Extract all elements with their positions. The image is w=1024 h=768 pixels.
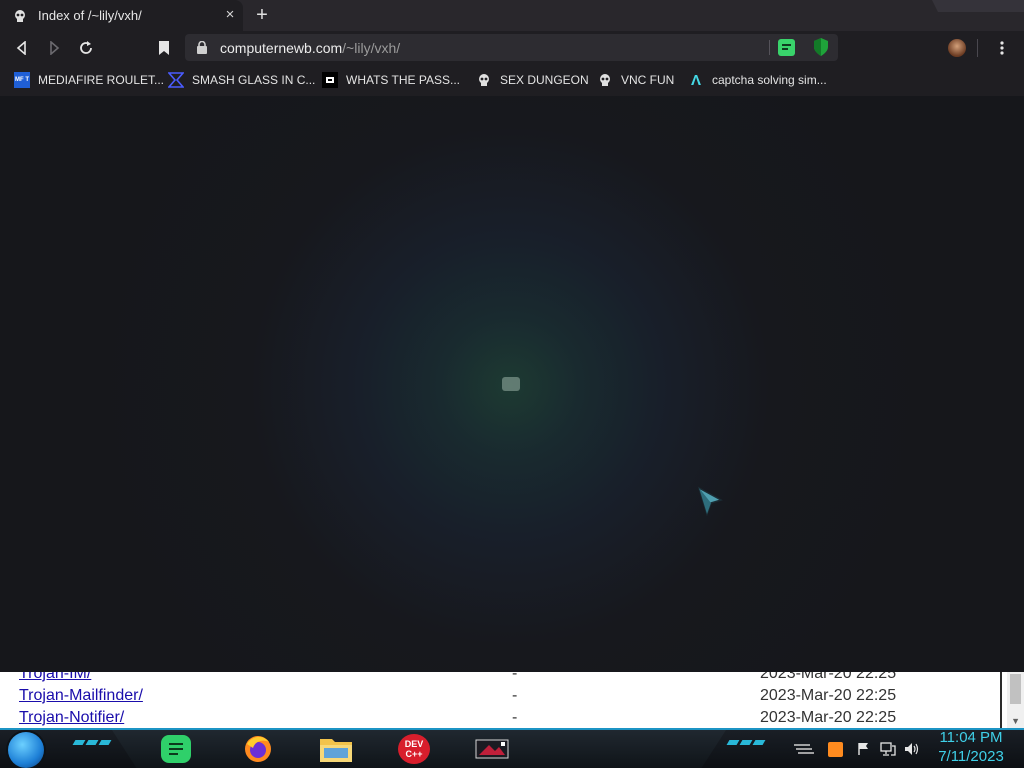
- arrow-icon: [168, 72, 184, 88]
- volume-icon: [905, 743, 919, 755]
- file-date: 2023-Mar-20 22:25: [760, 709, 897, 726]
- kebab-menu-icon: [1000, 41, 1004, 55]
- table-row: Trojan-IM/ - 2023-Mar-20 22:25: [0, 672, 1000, 687]
- file-date: 2023-Mar-20 22:25: [760, 687, 897, 704]
- window-controls-decoration: [932, 0, 1024, 12]
- address-bar[interactable]: computernewb.com/~lily/vxh/: [185, 34, 838, 61]
- file-link[interactable]: Trojan-Mailfinder/: [19, 687, 143, 705]
- tab-title: Index of /~lily/vxh/: [38, 8, 142, 23]
- tab-strip: Index of /~lily/vxh/ × +: [0, 0, 1024, 31]
- bookmark-icon: [159, 41, 169, 55]
- table-row: Trojan-Mailfinder/ - 2023-Mar-20 22:25: [0, 687, 1000, 709]
- mediafire-icon: MF T: [14, 72, 30, 88]
- folder-icon: [320, 739, 352, 762]
- url-path: /~lily/vxh/: [342, 40, 401, 56]
- tab-close-button[interactable]: ×: [221, 6, 239, 24]
- listing-table: Trojan-IM/ - 2023-Mar-20 22:25 Trojan-Ma…: [0, 672, 1002, 728]
- bookmark-item-sex-dungeon[interactable]: SEX DUNGEON: [476, 70, 589, 90]
- bookmark-label: WHATS THE PASS...: [346, 73, 461, 87]
- reload-icon: [80, 41, 92, 54]
- tray-flag[interactable]: [855, 740, 873, 758]
- bookmark-label: VNC FUN: [621, 73, 675, 87]
- skull-icon: [12, 8, 28, 24]
- tray-app-sublime[interactable]: [826, 740, 844, 758]
- forward-arrow-icon: [50, 41, 60, 55]
- shield-extension-icon[interactable]: [813, 38, 829, 61]
- tray-network[interactable]: [879, 740, 897, 758]
- file-link[interactable]: Trojan-Notifier/: [19, 709, 124, 727]
- scrollbar-thumb[interactable]: [1010, 674, 1021, 704]
- url-text: computernewb.com/~lily/vxh/: [220, 40, 400, 56]
- taskbar-decoration-left: [72, 740, 112, 745]
- tray-lines-icon: [794, 744, 814, 754]
- file-size: -: [512, 672, 518, 682]
- back-button[interactable]: [12, 38, 32, 58]
- lambda-icon: Λ: [690, 71, 701, 89]
- url-domain: computernewb.com: [220, 40, 343, 56]
- profile-avatar[interactable]: [948, 39, 966, 57]
- notes-icon: [161, 735, 191, 763]
- taskbar-app-image-viewer[interactable]: [472, 733, 512, 765]
- forward-button[interactable]: [44, 38, 64, 58]
- shield-icon: [814, 38, 828, 56]
- bookmark-label: captcha solving sim...: [712, 73, 827, 87]
- file-date: 2023-Mar-20 22:25: [760, 672, 897, 682]
- bookmark-label: SEX DUNGEON: [500, 73, 589, 87]
- overlay-glow-sprite: [502, 377, 520, 391]
- devcpp-icon: DEV C++: [398, 734, 430, 764]
- bookmark-item-mediafire[interactable]: MF T MEDIAFIRE ROULET...: [14, 70, 164, 90]
- tray-volume[interactable]: [903, 740, 921, 758]
- bookmarks-bar: MF T MEDIAFIRE ROULET... SMASH GLASS IN …: [0, 64, 1024, 96]
- bookmark-item-whats-the-pass[interactable]: WHATS THE PASS...: [322, 70, 460, 90]
- mouse-cursor-icon: [697, 486, 723, 521]
- taskbar-app-firefox[interactable]: [238, 733, 278, 765]
- bookmark-item-smash-glass[interactable]: SMASH GLASS IN C...: [168, 70, 315, 90]
- page-content-overlay[interactable]: [0, 96, 1024, 672]
- page-scrollbar[interactable]: ▼: [1007, 672, 1024, 728]
- taskbar: DEV C++ 11:04 PM 7/11/2023: [0, 728, 1024, 768]
- bookmark-label: SMASH GLASS IN C...: [192, 73, 316, 87]
- table-row: Trojan-Notifier/ - 2023-Mar-20 22:25: [0, 709, 1000, 728]
- directory-listing: Trojan-IM/ - 2023-Mar-20 22:25 Trojan-Ma…: [0, 672, 1024, 728]
- network-icon: [880, 742, 896, 756]
- active-tab[interactable]: Index of /~lily/vxh/ ×: [0, 0, 243, 31]
- skull-icon: [597, 72, 613, 88]
- bookmark-item-vnc-fun[interactable]: VNC FUN: [597, 70, 674, 90]
- file-link[interactable]: Trojan-IM/: [19, 672, 91, 683]
- lock-icon: [197, 41, 207, 54]
- bookmark-button[interactable]: [154, 38, 174, 58]
- file-size: -: [512, 687, 518, 704]
- taskbar-app-dev-cpp[interactable]: DEV C++: [394, 733, 434, 765]
- skull-icon: [476, 72, 492, 88]
- file-size: -: [512, 709, 518, 726]
- taskbar-decoration-right: [726, 740, 766, 745]
- clock-date[interactable]: 7/11/2023: [932, 748, 1010, 765]
- show-hidden-icons[interactable]: [792, 740, 814, 758]
- toolbar-divider: [977, 39, 978, 57]
- image-icon: [475, 739, 509, 759]
- back-arrow-icon: [16, 41, 26, 55]
- clock-time[interactable]: 11:04 PM: [932, 729, 1010, 746]
- start-button[interactable]: [8, 732, 44, 768]
- firefox-icon: [245, 736, 271, 762]
- taskbar-app-file-explorer[interactable]: [316, 733, 356, 765]
- flag-icon: [858, 743, 868, 755]
- reload-button[interactable]: [76, 38, 96, 58]
- menu-button[interactable]: [992, 38, 1012, 58]
- taskbar-app-notes[interactable]: [156, 733, 196, 765]
- terminal-icon: [322, 72, 338, 88]
- new-tab-button[interactable]: +: [251, 4, 273, 26]
- notes-extension-icon[interactable]: [778, 39, 795, 56]
- address-bar-divider: [769, 40, 770, 55]
- scroll-down-arrow-icon[interactable]: ▼: [1011, 716, 1020, 726]
- sublime-text-icon: [827, 741, 843, 757]
- bookmark-item-captcha[interactable]: Λ captcha solving sim...: [688, 70, 827, 90]
- browser-toolbar: computernewb.com/~lily/vxh/: [0, 31, 1024, 64]
- bookmark-label: MEDIAFIRE ROULET...: [38, 73, 165, 87]
